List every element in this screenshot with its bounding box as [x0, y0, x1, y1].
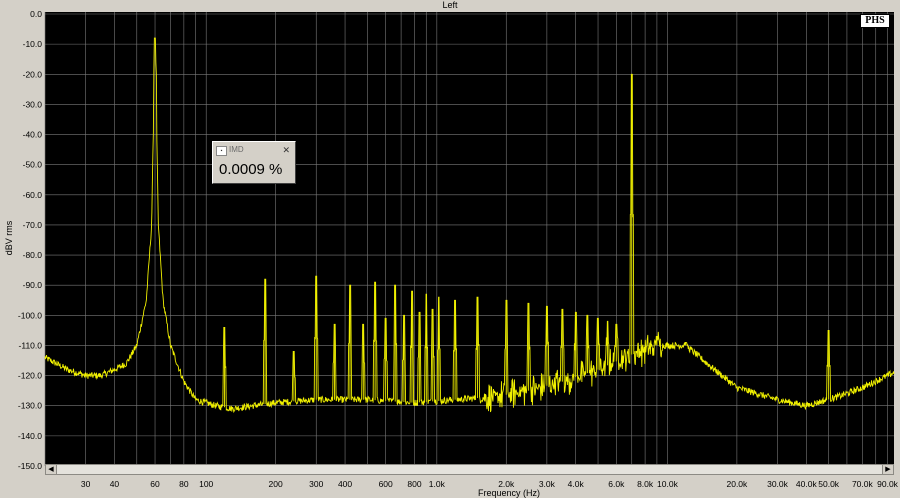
spectrum-chart: 0.0 -10.0 -20.0 -30.0 -40.0 -50.0 -60.0 -70.0 -8…: [4, 9, 899, 498]
x-tick-label: 100: [199, 479, 213, 489]
y-tick-label: -10.0: [23, 39, 43, 49]
x-tick-label: 30.0k: [767, 479, 789, 489]
x-tick-label: 40: [110, 479, 120, 489]
x-tick-label: 40.0k: [796, 479, 818, 489]
x-tick-label: 30: [81, 479, 91, 489]
scroll-right-button[interactable]: ▶: [882, 465, 893, 474]
x-tick-label: 10.0k: [657, 479, 679, 489]
y-tick-label: -50.0: [23, 160, 43, 170]
x-tick-label: 200: [269, 479, 283, 489]
y-tick-label: -90.0: [23, 280, 43, 290]
x-tick-label: 800: [407, 479, 421, 489]
x-axis-label: Frequency (Hz): [478, 488, 540, 498]
x-tick-label: 80: [179, 479, 189, 489]
imd-value: 0.0009 %: [219, 161, 283, 178]
y-tick-label: -40.0: [23, 130, 43, 140]
scroll-left-button[interactable]: ◀: [46, 465, 57, 474]
y-tick-label: -140.0: [18, 431, 42, 441]
horizontal-scrollbar[interactable]: ◀ ▶: [45, 464, 894, 475]
meter-icon: ▪: [216, 146, 227, 156]
y-tick-label: -100.0: [18, 310, 42, 320]
close-icon[interactable]: ✕: [282, 144, 290, 156]
x-tick-label: 70.0k: [852, 479, 874, 489]
y-tick-label: 0.0: [30, 9, 42, 19]
y-tick-label: -20.0: [23, 69, 43, 79]
x-tick-label: 4.0k: [568, 479, 585, 489]
y-axis-label: dBV rms: [4, 220, 14, 255]
y-tick-label: -80.0: [23, 250, 43, 260]
x-tick-label: 6.0k: [608, 479, 625, 489]
x-tick-label: 300: [309, 479, 323, 489]
x-tick-label: 600: [379, 479, 393, 489]
analyzer-window: Left 0.0 -10.0 -20.0 -30.0 -40.0 -50.0 -60.0 -7…: [0, 0, 900, 498]
y-tick-label: -70.0: [23, 220, 43, 230]
x-tick-label: 20.0k: [726, 479, 748, 489]
x-tick-label: 400: [338, 479, 352, 489]
x-tick-label: 90.0k: [877, 479, 899, 489]
y-tick-label: -150.0: [18, 461, 42, 471]
x-tick-label: 1.0k: [429, 479, 446, 489]
x-tick-label: 3.0k: [539, 479, 556, 489]
x-tick-label: 50.0k: [818, 479, 840, 489]
y-tick-label: -120.0: [18, 371, 42, 381]
y-tick-label: -130.0: [18, 401, 42, 411]
readout-name: IMD: [229, 145, 244, 154]
y-tick-label: -60.0: [23, 190, 43, 200]
x-tick-label: 8.0k: [637, 479, 654, 489]
y-tick-label: -30.0: [23, 99, 43, 109]
y-tick-label: -110.0: [19, 340, 43, 350]
readout-titlebar[interactable]: ▪ IMD ✕: [215, 144, 293, 156]
x-tick-label: 60: [150, 479, 160, 489]
imd-readout-panel[interactable]: ▪ IMD ✕ 0.0009 %: [212, 141, 296, 184]
phs-logo: PHS: [860, 14, 890, 28]
